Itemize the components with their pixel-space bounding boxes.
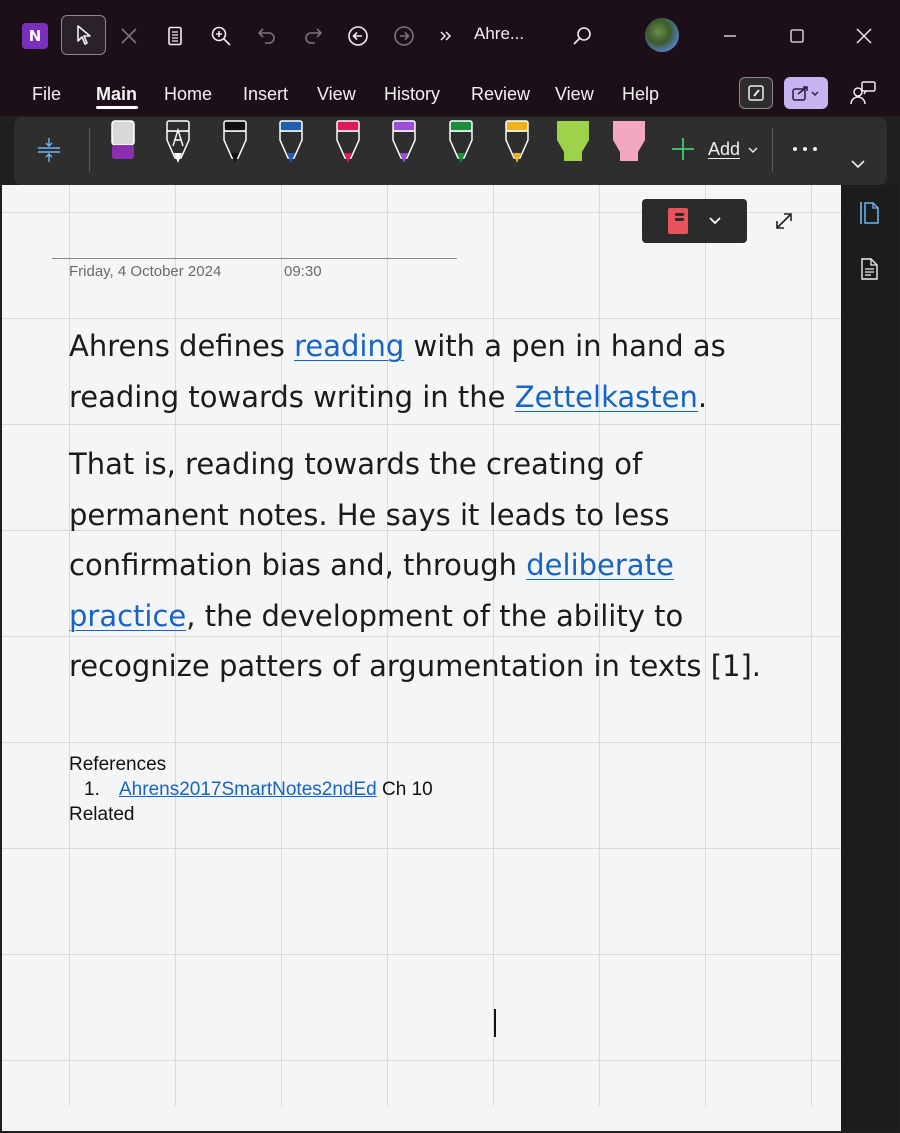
- document-icon: [861, 258, 878, 280]
- share-button[interactable]: [784, 77, 828, 109]
- ribbon-divider-2: [772, 128, 773, 172]
- right-rail: [841, 185, 898, 1131]
- title-bar: N Ahre...: [0, 0, 900, 74]
- link-zettelkasten[interactable]: Zettelkasten: [515, 380, 698, 414]
- menu-insert[interactable]: Insert: [243, 84, 288, 105]
- minimize-button[interactable]: [712, 18, 748, 54]
- p1-text-a: Ahrens defines: [69, 329, 295, 363]
- text-cursor: [494, 1009, 496, 1037]
- redo-button[interactable]: [295, 18, 331, 54]
- onenote-app-icon: N: [22, 23, 48, 49]
- overflow-icon: [440, 31, 452, 41]
- sticky-note-button[interactable]: [739, 77, 773, 109]
- zoom-in-icon: [211, 26, 231, 46]
- paragraph-1[interactable]: Ahrens defines reading with a pen in han…: [69, 321, 809, 422]
- notebook-picker-button[interactable]: [642, 199, 747, 243]
- menu-help[interactable]: Help: [622, 84, 659, 105]
- insert-space-button[interactable]: [34, 134, 64, 166]
- page-title-tab[interactable]: Ahre...: [474, 24, 524, 44]
- menu-view-2[interactable]: View: [555, 84, 594, 105]
- chevron-down-icon: [851, 160, 865, 169]
- page-list-button[interactable]: [857, 199, 881, 227]
- maximize-button[interactable]: [779, 18, 815, 54]
- reference-number: 1.: [84, 779, 100, 800]
- share-icon: [792, 86, 819, 101]
- sticky-note-icon: [748, 85, 764, 101]
- page-date: Friday, 4 October 2024: [69, 263, 222, 280]
- plus-icon: [672, 138, 694, 160]
- redo-icon: [305, 28, 323, 44]
- back-button[interactable]: [340, 18, 376, 54]
- notebook-icon: [668, 208, 688, 234]
- full-page-button[interactable]: [770, 207, 798, 235]
- forward-icon: [394, 26, 414, 46]
- paragraph-2[interactable]: That is, reading towards the creating of…: [69, 439, 809, 692]
- immersive-reader-button[interactable]: [157, 18, 193, 54]
- link-ahrens2017[interactable]: Ahrens2017SmartNotes2ndEd: [119, 779, 377, 800]
- close-window-button[interactable]: [846, 18, 882, 54]
- references-heading: References: [69, 754, 167, 775]
- undo-button[interactable]: [249, 18, 285, 54]
- page-title-line[interactable]: [52, 258, 457, 259]
- add-dropdown[interactable]: [746, 143, 760, 157]
- zoom-in-button[interactable]: [203, 18, 239, 54]
- reference-item: Ahrens2017SmartNotes2ndEd Ch 10: [119, 779, 433, 801]
- overflow-button[interactable]: [428, 18, 464, 54]
- menu-main[interactable]: Main: [96, 84, 137, 105]
- menu-file[interactable]: File: [32, 84, 61, 105]
- collapse-ribbon-button[interactable]: [848, 156, 868, 172]
- add-pen-button[interactable]: [670, 136, 696, 162]
- insert-space-icon: [38, 138, 60, 162]
- page-time: 09:30: [284, 263, 322, 280]
- menu-view[interactable]: View: [317, 84, 356, 105]
- chevron-down-icon: [748, 147, 758, 153]
- page-bottom-strip: [2, 1106, 841, 1131]
- lasso-close-button[interactable]: [111, 18, 147, 54]
- maximize-icon: [790, 29, 804, 43]
- active-tab-indicator: [96, 106, 138, 109]
- search-icon: [573, 27, 591, 45]
- menu-review[interactable]: Review: [471, 84, 530, 105]
- p1-text-c: .: [697, 379, 708, 414]
- select-button[interactable]: [61, 15, 106, 55]
- avatar[interactable]: [645, 18, 679, 52]
- menu-home[interactable]: Home: [164, 84, 212, 105]
- pages-icon: [860, 202, 879, 224]
- expand-icon: [776, 213, 792, 229]
- ribbon-divider: [89, 128, 90, 172]
- forward-button[interactable]: [386, 18, 422, 54]
- feedback-icon: [850, 81, 876, 105]
- immersive-reader-icon: [168, 26, 182, 46]
- menu-history[interactable]: History: [384, 84, 440, 105]
- more-options-button[interactable]: [788, 139, 822, 159]
- app-icon-letter: N: [28, 27, 42, 45]
- back-icon: [348, 26, 368, 46]
- chevron-down-icon: [709, 217, 721, 225]
- search-button[interactable]: [564, 18, 600, 54]
- more-icon: [793, 147, 817, 151]
- related-heading: Related: [69, 804, 135, 825]
- page-template-button[interactable]: [857, 255, 881, 283]
- add-label[interactable]: Add: [708, 139, 740, 160]
- close-x-icon: [121, 28, 137, 44]
- close-window-icon: [856, 28, 872, 44]
- feedback-button[interactable]: [846, 77, 880, 109]
- eraser-tool[interactable]: [111, 120, 135, 159]
- reference-suffix: Ch 10: [376, 779, 433, 800]
- minimize-icon: [724, 35, 736, 37]
- select-cursor-icon: [76, 25, 91, 45]
- undo-icon: [257, 28, 275, 44]
- link-reading[interactable]: reading: [294, 329, 404, 363]
